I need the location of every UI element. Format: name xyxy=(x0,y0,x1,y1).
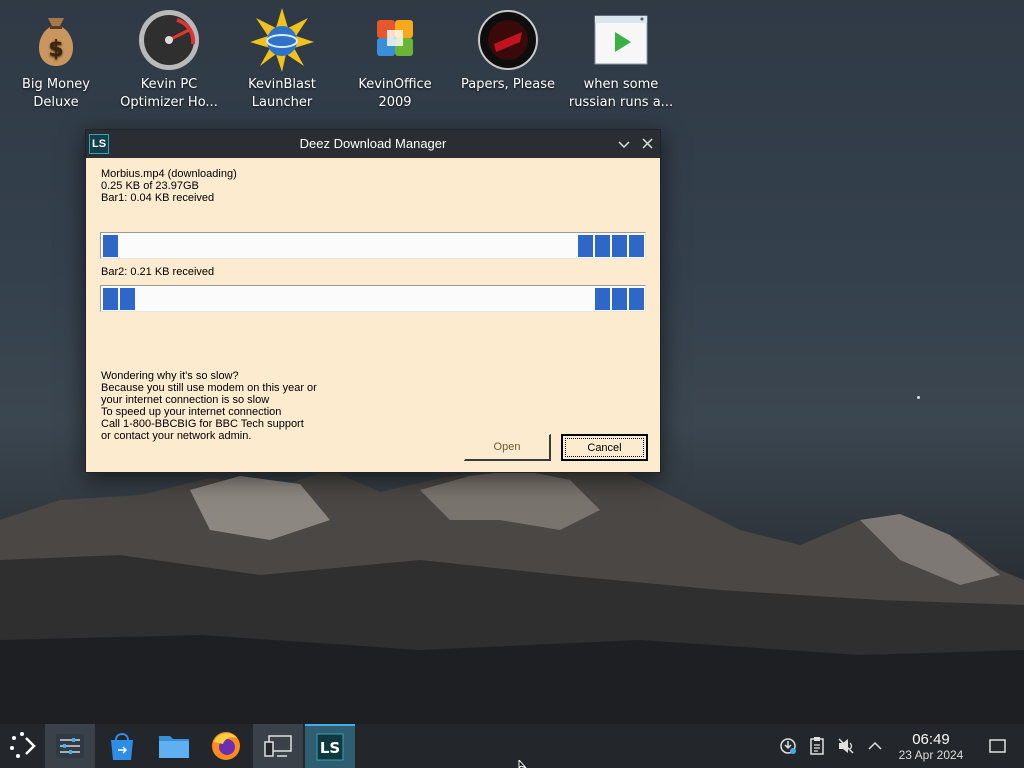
progress-block xyxy=(612,235,627,257)
download-manager-window[interactable]: LS Deez Download Manager Morbius.mp4 (do… xyxy=(85,129,661,473)
speedometer-icon xyxy=(137,8,201,72)
discover-store-icon[interactable] xyxy=(97,724,147,768)
clock-date: 23 Apr 2024 xyxy=(898,748,964,762)
bar1-label: Bar1: 0.04 KB received xyxy=(101,192,215,204)
application-launcher-icon[interactable] xyxy=(0,724,50,768)
progress-block xyxy=(612,288,627,310)
desktop-icon-kevinblast-launcher[interactable]: KevinBlast Launcher xyxy=(228,8,336,112)
message-line: Call 1-800-BBCBIG for BBC Tech support xyxy=(101,418,304,430)
message-line: your internet connection is so slow xyxy=(101,394,270,406)
network-status-icon[interactable] xyxy=(778,736,798,756)
desktop-icon-label: KevinBlast Launcher xyxy=(248,77,316,110)
desktop-icon-label: Kevin PC Optimizer Ho... xyxy=(120,77,218,110)
system-settings-taskbar-icon[interactable] xyxy=(45,724,95,768)
digital-clock[interactable]: 06:49 23 Apr 2024 xyxy=(888,731,974,762)
desktop-icon-label: when some russian runs a... xyxy=(568,77,674,110)
file-manager-folder-icon[interactable] xyxy=(149,724,199,768)
papers-please-icon xyxy=(476,8,540,72)
money-bag-icon: $ xyxy=(24,8,88,72)
message-line: To speed up your internet connection xyxy=(101,406,282,418)
starburst-globe-icon xyxy=(250,8,314,72)
window-title: Deez Download Manager xyxy=(299,136,447,151)
desktop-icon-papers-please[interactable]: Papers, Please xyxy=(454,8,562,94)
progress-block xyxy=(578,235,593,257)
video-file-icon xyxy=(589,8,653,72)
progress-block xyxy=(629,235,644,257)
mouse-cursor xyxy=(518,760,527,768)
progress-bar-1 xyxy=(100,232,646,259)
size-line: 0.25 KB of 23.97GB xyxy=(101,180,199,192)
desktop-icon-label: Papers, Please xyxy=(460,77,556,92)
office-logo-icon xyxy=(363,8,427,72)
open-button[interactable]: Open xyxy=(464,434,551,461)
progress-block xyxy=(629,288,644,310)
focus-ring xyxy=(565,438,644,457)
bar2-label: Bar2: 0.21 KB received xyxy=(101,266,215,278)
chevron-up-icon[interactable] xyxy=(865,736,885,756)
download-info: Morbius.mp4 (downloading) 0.25 KB of 23.… xyxy=(101,168,237,204)
minimize-chevron-icon[interactable] xyxy=(613,133,635,155)
close-icon[interactable] xyxy=(636,133,658,155)
download-manager-taskbar-item[interactable]: LS xyxy=(305,724,355,768)
firefox-icon[interactable] xyxy=(201,724,251,768)
message-line: Wondering why it's so slow? xyxy=(101,370,239,382)
desktop-icon-label: Big Money Deluxe xyxy=(21,77,90,110)
progress-block xyxy=(103,288,118,310)
message-line: or contact your network admin. xyxy=(101,430,252,442)
cancel-button[interactable]: Cancel xyxy=(561,434,648,461)
desktop-icon-label: KevinOffice 2009 xyxy=(358,77,432,110)
volume-muted-icon[interactable] xyxy=(836,736,856,756)
desktop-icon-video[interactable]: when some russian runs a... xyxy=(567,8,675,112)
star xyxy=(917,396,920,399)
desktop-icon-kevin-pc-optimizer[interactable]: Kevin PC Optimizer Ho... xyxy=(115,8,223,112)
progress-block xyxy=(120,288,135,310)
desktop-icon-kevinoffice-2009[interactable]: KevinOffice 2009 xyxy=(341,8,449,112)
progress-bar-2 xyxy=(100,285,646,312)
window-content: Morbius.mp4 (downloading) 0.25 KB of 23.… xyxy=(86,158,660,473)
window-titlebar[interactable]: LS Deez Download Manager xyxy=(86,130,660,158)
taskbar-ls-label: LS xyxy=(320,739,340,757)
file-name-line: Morbius.mp4 (downloading) xyxy=(101,168,237,180)
progress-block xyxy=(103,235,118,257)
progress-block xyxy=(595,235,610,257)
progress-block xyxy=(595,288,610,310)
remote-desktop-taskbar-icon[interactable] xyxy=(253,724,303,768)
show-desktop-icon[interactable] xyxy=(988,736,1008,756)
clipboard-icon[interactable] xyxy=(807,736,827,756)
taskbar: LS 06:49 23 Apr 2024 xyxy=(0,724,1024,768)
svg-text:$: $ xyxy=(48,37,63,62)
slow-connection-message: Wondering why it's so slow? Because you … xyxy=(101,370,317,442)
message-line: Because you still use modem on this year… xyxy=(101,382,317,394)
clock-time: 06:49 xyxy=(912,731,950,748)
desktop-icon-big-money-deluxe[interactable]: $ Big Money Deluxe xyxy=(2,8,110,112)
